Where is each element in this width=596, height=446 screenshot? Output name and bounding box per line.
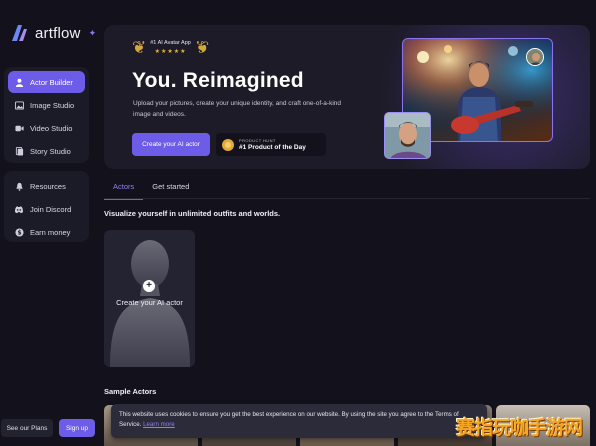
secondary-nav: Resources Join Discord $ Earn money xyxy=(4,171,89,242)
watermark-text: 赛指玩咖手游网 xyxy=(455,417,583,439)
product-hunt-label: PRODUCT HUNT xyxy=(239,138,276,143)
content-tabs: Actors Get started xyxy=(104,179,198,200)
create-ai-actor-button[interactable]: Create your AI actor xyxy=(132,133,210,156)
create-actor-label: Create your AI actor xyxy=(116,298,183,307)
medal-icon xyxy=(222,138,234,151)
sidebar-item-image-studio[interactable]: Image Studio xyxy=(8,94,85,116)
logo[interactable]: artflow ✦ xyxy=(9,24,96,42)
laurel-left-icon: ❦ xyxy=(132,38,147,57)
sidebar: artflow ✦ Actor Builder Image Studio Vid… xyxy=(0,0,96,446)
primary-nav: Actor Builder Image Studio Video Studio … xyxy=(4,67,89,163)
product-hunt-award: #1 Product of the Day xyxy=(239,144,306,151)
selfie-thumbnail-image xyxy=(384,112,431,159)
section-title: Visualize yourself in unlimited outfits … xyxy=(104,209,281,218)
sparkle-icon: ✦ xyxy=(88,27,97,38)
artflow-logo-icon xyxy=(9,24,29,42)
see-plans-button[interactable]: See our Plans xyxy=(1,419,53,437)
hero-title: You. Reimagined xyxy=(132,69,304,92)
sidebar-item-label: Story Studio xyxy=(30,146,71,156)
tab-actors[interactable]: Actors xyxy=(104,179,144,200)
sidebar-item-video-studio[interactable]: Video Studio xyxy=(8,117,85,139)
sidebar-item-resources[interactable]: Resources xyxy=(8,175,85,197)
sidebar-item-story-studio[interactable]: Story Studio xyxy=(8,140,85,162)
sidebar-item-actor-builder[interactable]: Actor Builder xyxy=(8,71,85,93)
dollar-icon: $ xyxy=(14,227,24,237)
sidebar-item-join-discord[interactable]: Join Discord xyxy=(8,198,85,220)
sidebar-item-label: Earn money xyxy=(30,227,71,237)
sidebar-item-label: Actor Builder xyxy=(30,77,73,87)
app-name: artflow xyxy=(35,24,81,42)
laurel-right-icon: ❦ xyxy=(194,38,210,57)
image-icon xyxy=(14,100,24,110)
learn-more-link[interactable]: Learn more xyxy=(143,421,175,428)
user-icon xyxy=(14,77,24,87)
main-content: ❦ #1 AI Avatar App ★★★★★ ❦ You. Reimagin… xyxy=(100,0,596,446)
plus-icon: + xyxy=(143,280,155,292)
book-icon xyxy=(14,146,24,156)
avatar-thumbnail-image xyxy=(526,48,544,66)
rating-stars: ★★★★★ xyxy=(154,49,187,55)
tab-get-started[interactable]: Get started xyxy=(143,179,198,200)
award-title: #1 AI Avatar App xyxy=(150,40,191,46)
tabs-divider xyxy=(104,198,590,199)
product-hunt-badge[interactable]: PRODUCT HUNT #1 Product of the Day xyxy=(216,133,326,156)
video-icon xyxy=(14,123,24,133)
cookie-banner: This website uses cookies to ensure you … xyxy=(111,404,487,438)
svg-text:$: $ xyxy=(17,230,21,236)
sidebar-item-label: Join Discord xyxy=(30,204,72,214)
award-badge: ❦ #1 AI Avatar App ★★★★★ ❦ xyxy=(132,38,210,57)
sample-actors-title: Sample Actors xyxy=(104,387,157,396)
discord-icon xyxy=(14,204,24,214)
sidebar-item-earn-money[interactable]: $ Earn money xyxy=(8,221,85,243)
create-actor-card[interactable]: + Create your AI actor xyxy=(104,230,195,367)
watermark: 赛指玩咖手游网 xyxy=(444,410,594,442)
sidebar-item-label: Resources xyxy=(30,181,66,191)
sidebar-item-label: Image Studio xyxy=(30,100,75,110)
hero-subtitle: Upload your pictures, create your unique… xyxy=(133,100,341,118)
sidebar-item-label: Video Studio xyxy=(30,123,73,133)
sign-up-button[interactable]: Sign up xyxy=(59,419,95,437)
bell-icon xyxy=(14,181,24,191)
hero-banner: ❦ #1 AI Avatar App ★★★★★ ❦ You. Reimagin… xyxy=(104,25,590,169)
